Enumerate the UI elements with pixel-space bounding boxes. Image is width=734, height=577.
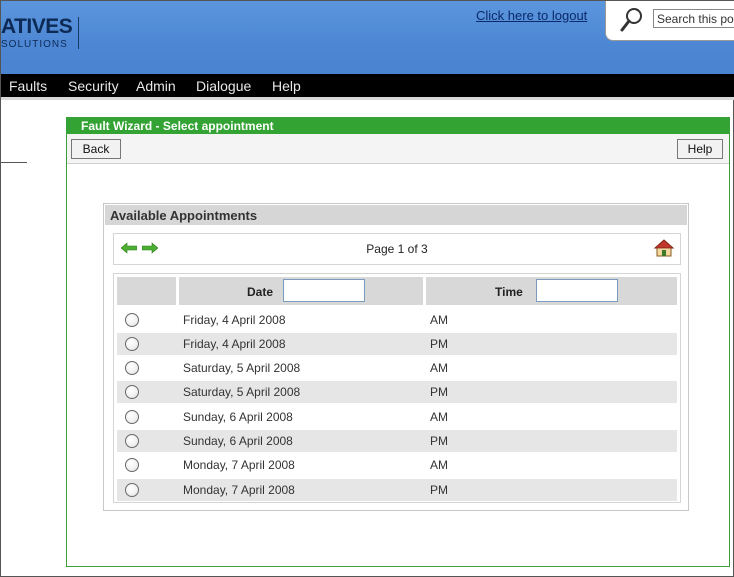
table-header: Date Time bbox=[117, 277, 677, 305]
nav-item-security[interactable]: Security bbox=[68, 78, 119, 94]
date-column-header[interactable]: Date bbox=[247, 285, 273, 299]
available-appointments-box: Available Appointments Page 1 of 3 Date bbox=[103, 203, 689, 511]
nav-item-faults[interactable]: Faults bbox=[9, 78, 47, 94]
appointment-radio[interactable] bbox=[125, 385, 139, 399]
logo-text: ATIVES bbox=[1, 15, 73, 38]
appointment-radio[interactable] bbox=[125, 410, 139, 424]
table-row[interactable]: Saturday, 5 April 2008 PM bbox=[117, 381, 677, 403]
appointment-time: AM bbox=[430, 458, 448, 472]
date-filter-input[interactable] bbox=[283, 279, 365, 302]
appointment-radio[interactable] bbox=[125, 483, 139, 497]
appointment-time: AM bbox=[430, 410, 448, 424]
appointments-table: Date Time Friday, 4 April 2008 AM Friday… bbox=[113, 273, 681, 503]
fault-wizard-panel: Fault Wizard - Select appointment Back H… bbox=[66, 117, 730, 567]
time-filter-input[interactable] bbox=[536, 279, 618, 302]
appointment-time: PM bbox=[430, 434, 448, 448]
wizard-title: Fault Wizard - Select appointment bbox=[67, 118, 729, 134]
table-row[interactable]: Sunday, 6 April 2008 AM bbox=[117, 406, 677, 428]
search-box bbox=[605, 1, 734, 41]
time-column-header[interactable]: Time bbox=[495, 285, 523, 299]
appointment-date: Monday, 7 April 2008 bbox=[183, 483, 295, 497]
appointments-heading: Available Appointments bbox=[105, 205, 687, 225]
header-date-cell: Date bbox=[179, 277, 423, 305]
header-select-cell bbox=[117, 277, 176, 305]
nav-divider bbox=[1, 97, 734, 100]
table-row[interactable]: Sunday, 6 April 2008 PM bbox=[117, 430, 677, 452]
table-row[interactable]: Monday, 7 April 2008 AM bbox=[117, 454, 677, 476]
table-row[interactable]: Friday, 4 April 2008 PM bbox=[117, 333, 677, 355]
pager: Page 1 of 3 bbox=[113, 233, 681, 265]
back-button[interactable]: Back bbox=[71, 139, 121, 159]
table-row[interactable]: Saturday, 5 April 2008 AM bbox=[117, 357, 677, 379]
appointment-date: Friday, 4 April 2008 bbox=[183, 337, 286, 351]
appointment-radio[interactable] bbox=[125, 361, 139, 375]
home-icon[interactable] bbox=[654, 239, 674, 257]
appointment-date: Saturday, 5 April 2008 bbox=[183, 385, 301, 399]
appointment-date: Monday, 7 April 2008 bbox=[183, 458, 295, 472]
search-input[interactable] bbox=[653, 9, 734, 28]
appointment-time: PM bbox=[430, 483, 448, 497]
logo-subtitle: SOLUTIONS bbox=[1, 39, 68, 50]
appointment-date: Sunday, 6 April 2008 bbox=[183, 434, 293, 448]
logout-link[interactable]: Click here to logout bbox=[476, 8, 587, 23]
header-time-cell: Time bbox=[426, 277, 677, 305]
page-indicator: Page 1 of 3 bbox=[366, 242, 428, 256]
appointment-radio[interactable] bbox=[125, 337, 139, 351]
main-nav: Faults Security Admin Dialogue Help bbox=[1, 74, 734, 97]
wizard-toolbar: Back Help bbox=[67, 134, 729, 164]
table-row[interactable]: Monday, 7 April 2008 PM bbox=[117, 479, 677, 501]
app-header: ATIVES SOLUTIONS Click here to logout bbox=[1, 1, 734, 74]
table-row[interactable]: Friday, 4 April 2008 AM bbox=[117, 309, 677, 331]
appointment-time: AM bbox=[430, 313, 448, 327]
appointment-radio[interactable] bbox=[125, 458, 139, 472]
nav-item-dialogue[interactable]: Dialogue bbox=[196, 78, 251, 94]
logo-divider bbox=[78, 17, 79, 49]
left-divider bbox=[1, 162, 27, 163]
appointment-radio[interactable] bbox=[125, 313, 139, 327]
appointment-time: PM bbox=[430, 337, 448, 351]
help-button[interactable]: Help bbox=[677, 139, 723, 159]
appointment-time: PM bbox=[430, 385, 448, 399]
appointment-radio[interactable] bbox=[125, 434, 139, 448]
appointment-date: Saturday, 5 April 2008 bbox=[183, 361, 301, 375]
appointment-time: AM bbox=[430, 361, 448, 375]
search-icon[interactable] bbox=[620, 7, 644, 33]
nav-item-help[interactable]: Help bbox=[272, 78, 301, 94]
appointment-date: Sunday, 6 April 2008 bbox=[183, 410, 293, 424]
nav-item-admin[interactable]: Admin bbox=[136, 78, 176, 94]
appointment-date: Friday, 4 April 2008 bbox=[183, 313, 286, 327]
